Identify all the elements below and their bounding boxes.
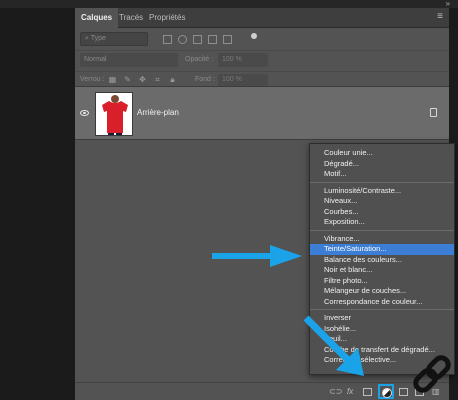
link-logo-icon — [413, 355, 451, 393]
lock-image-icon[interactable]: ✎ — [123, 75, 132, 84]
tab-calques[interactable]: Calques — [75, 8, 119, 28]
lock-transparent-icon[interactable]: ▦ — [108, 75, 117, 84]
filter-smart-object-icon[interactable] — [223, 35, 232, 44]
menu-item[interactable]: Couleur unie... — [310, 148, 454, 159]
filter-value: Type — [90, 35, 106, 42]
opacity-label: Opacité : — [185, 56, 214, 63]
opacity-input[interactable]: 100 % — [218, 53, 268, 67]
menu-item[interactable]: Mélangeur de couches... — [310, 286, 454, 297]
panel-menu-icon[interactable]: ≡ — [437, 11, 443, 22]
mask-icon[interactable] — [363, 388, 372, 396]
filter-shape-icon[interactable] — [208, 35, 217, 44]
panel-tabs: Calques Tracés Propriétés ≡ — [75, 8, 449, 28]
layer-filter-select[interactable]: ⌕ Type — [80, 32, 148, 46]
menu-item[interactable]: Courbes... — [310, 207, 454, 218]
pointer-arrow-right — [212, 245, 302, 267]
menu-item[interactable]: Dégradé... — [310, 159, 454, 170]
layer-thumbnail — [95, 92, 133, 136]
filter-toggle-icon[interactable] — [251, 33, 257, 39]
fill-label: Fond : — [195, 76, 215, 83]
menu-separator — [310, 229, 454, 231]
menu-item[interactable]: Vibrance... — [310, 234, 454, 245]
filter-adjustment-icon[interactable] — [178, 35, 187, 44]
tab-proprietes[interactable]: Propriétés — [143, 8, 191, 28]
menu-item[interactable]: Exposition... — [310, 217, 454, 228]
fill-input[interactable]: 100 % — [218, 74, 268, 86]
eye-icon[interactable] — [80, 110, 89, 116]
link-icon[interactable]: ⊂⊃ — [329, 387, 342, 397]
menu-item[interactable]: Teinte/Saturation... — [310, 244, 454, 255]
lock-artboard-icon[interactable]: ⌗ — [153, 75, 162, 84]
filter-type-icon[interactable] — [193, 35, 202, 44]
pointer-arrow-diagonal — [303, 315, 364, 376]
menu-item[interactable]: Balance des couleurs... — [310, 255, 454, 266]
collapse-panels-icon[interactable]: » — [446, 0, 450, 8]
layer-name[interactable]: Arrière-plan — [137, 108, 179, 118]
divider — [75, 71, 449, 72]
menu-item[interactable]: Niveaux... — [310, 196, 454, 207]
lock-icons: ▦ ✎ ✥ ⌗ 🔒︎ — [108, 75, 177, 84]
fx-icon[interactable]: fx — [347, 387, 353, 397]
layer-row[interactable]: Arrière-plan — [75, 86, 449, 140]
adjustment-layer-icon[interactable] — [378, 384, 394, 399]
blend-mode-select[interactable]: Normal — [80, 53, 178, 67]
menu-item[interactable]: Correspondance de couleur... — [310, 297, 454, 308]
layers-bottom-bar: ⊂⊃ fx ▥ — [75, 382, 449, 400]
menu-separator — [310, 309, 454, 310]
filter-icons — [163, 32, 232, 46]
divider — [75, 50, 449, 51]
lock-label: Verrou : — [80, 76, 105, 83]
top-strip: » — [0, 0, 458, 8]
menu-item[interactable]: Luminosité/Contraste... — [310, 186, 454, 197]
lock-position-icon[interactable]: ✥ — [138, 75, 147, 84]
menu-separator — [310, 181, 454, 183]
tshirt-image — [96, 93, 132, 135]
menu-item[interactable]: Filtre photo... — [310, 276, 454, 287]
menu-item[interactable]: Motif... — [310, 169, 454, 180]
group-folder-icon[interactable] — [399, 388, 408, 396]
lock-icon[interactable] — [430, 108, 437, 117]
menu-item[interactable]: Noir et blanc... — [310, 265, 454, 276]
lock-all-icon[interactable]: 🔒︎ — [168, 75, 177, 84]
filter-pixel-icon[interactable] — [163, 35, 172, 44]
